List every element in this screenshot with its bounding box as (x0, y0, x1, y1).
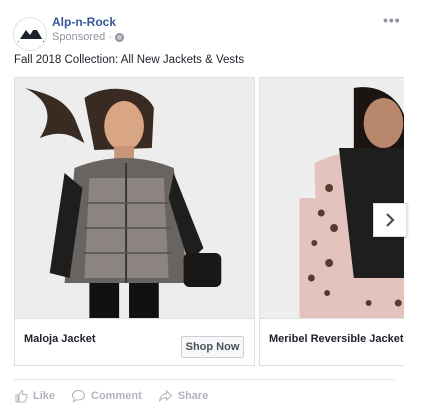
action-divider (14, 379, 395, 380)
sponsored-label[interactable]: Sponsored (52, 31, 105, 43)
share-label: Share (177, 390, 209, 402)
sponsored-post: Alp-n-Rock Sponsored · ••• Fall 2018 Col… (0, 0, 421, 411)
page-avatar[interactable] (13, 17, 47, 51)
post-caption: Fall 2018 Collection: All New Jackets & … (14, 54, 245, 66)
like-label: Like (33, 390, 56, 402)
comment-bubble-icon (72, 389, 86, 403)
page-name-link[interactable]: Alp-n-Rock (52, 15, 116, 29)
like-button[interactable]: Like (14, 389, 55, 403)
model-photo-maloja (15, 78, 254, 318)
product-title[interactable]: Meribel Reversible Jacket (269, 333, 404, 345)
alp-n-rock-logo-icon (18, 27, 44, 45)
product-image-meribel[interactable] (260, 78, 404, 318)
carousel-card-maloja[interactable]: Maloja Jacket Shop Now (14, 77, 255, 366)
thumbs-up-icon (15, 389, 28, 403)
product-title[interactable]: Maloja Jacket (24, 333, 96, 345)
share-arrow-icon (158, 389, 172, 402)
comment-button[interactable]: Comment (71, 389, 142, 403)
sponsored-row: Sponsored · (52, 31, 124, 43)
share-button[interactable]: Share (158, 389, 209, 403)
separator-dot: · (108, 31, 112, 43)
card-footer: Meribel Reversible Jacket (260, 318, 404, 365)
post-actions: Like Comment Share (14, 386, 224, 406)
shop-now-button[interactable]: Shop Now (181, 336, 244, 358)
chevron-right-icon (386, 213, 395, 227)
carousel-next-button[interactable] (373, 203, 407, 237)
product-carousel: Maloja Jacket Shop Now Meribel Reversibl… (14, 77, 404, 366)
product-image-maloja[interactable] (15, 78, 254, 318)
comment-label: Comment (91, 390, 142, 402)
model-photo-meribel (260, 78, 404, 318)
more-options-icon[interactable]: ••• (383, 12, 401, 28)
globe-icon (114, 32, 124, 42)
card-footer: Maloja Jacket Shop Now (15, 318, 254, 365)
